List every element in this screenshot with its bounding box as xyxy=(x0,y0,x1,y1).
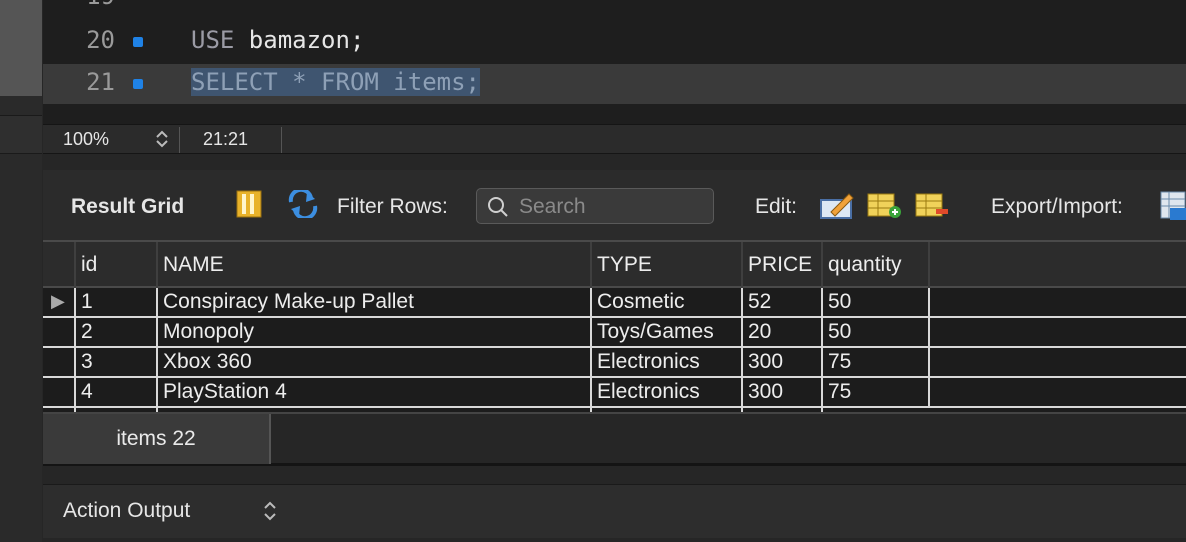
left-gutter xyxy=(0,0,42,542)
search-icon xyxy=(487,196,509,224)
code-text[interactable]: USE bamazon; xyxy=(191,26,364,54)
cell-empty xyxy=(928,288,1186,316)
result-grid-label: Result Grid xyxy=(71,195,185,218)
cell-quantity[interactable]: 50 xyxy=(821,288,928,316)
edit-label: Edit: xyxy=(755,195,798,218)
statement-marker-icon xyxy=(133,79,143,89)
add-row-icon[interactable] xyxy=(866,190,902,226)
cell-id[interactable]: 3 xyxy=(74,348,156,376)
selected-code-text[interactable]: SELECT * FROM items; xyxy=(191,68,480,96)
edit-row-icon[interactable] xyxy=(819,190,855,226)
cell-type[interactable]: Electronics xyxy=(590,378,741,406)
search-input[interactable] xyxy=(519,195,699,219)
cell-quantity[interactable]: 75 xyxy=(821,348,928,376)
divider xyxy=(281,127,282,153)
cell-name[interactable]: Monopoly xyxy=(156,318,590,346)
result-toolbar: Result Grid Filter Rows: Edit: Export/Im… xyxy=(43,170,1186,240)
cell-type[interactable]: Electronics xyxy=(590,348,741,376)
table-row[interactable]: ▶ 1 Conspiracy Make-up Pallet Cosmetic 5… xyxy=(43,288,1186,318)
column-header-price[interactable]: PRICE xyxy=(741,242,821,288)
table-row[interactable]: 2 Monopoly Toys/Games 20 50 xyxy=(43,318,1186,348)
line-number: 21 xyxy=(86,68,115,96)
result-grid[interactable]: id NAME TYPE PRICE quantity ▶ 1 Conspira… xyxy=(43,240,1186,412)
tab-items-22[interactable]: items 22 xyxy=(43,414,271,464)
zoom-level: 100% xyxy=(63,129,110,149)
column-header-quantity[interactable]: quantity xyxy=(821,242,928,288)
cell-id[interactable]: 4 xyxy=(74,378,156,406)
table-row[interactable]: 4 PlayStation 4 Electronics 300 75 xyxy=(43,378,1186,408)
editor-status-bar: 100% 21:21 xyxy=(43,124,1186,154)
filter-rows-label: Filter Rows: xyxy=(337,195,448,218)
table-row[interactable]: 3 Xbox 360 Electronics 300 75 xyxy=(43,348,1186,378)
cell-id[interactable]: 1 xyxy=(74,288,156,316)
cell-type[interactable]: Toys/Games xyxy=(590,318,741,346)
cell-name[interactable]: PlayStation 4 xyxy=(156,378,590,406)
cell-empty xyxy=(928,348,1186,376)
column-header-id[interactable]: id xyxy=(74,242,156,288)
cell-quantity[interactable]: 50 xyxy=(821,318,928,346)
cell-empty xyxy=(928,378,1186,406)
code-line-19: 19 xyxy=(43,0,1186,18)
export-import-label: Export/Import: xyxy=(991,195,1123,218)
gutter-panel xyxy=(0,116,42,154)
cell-name[interactable]: Xbox 360 xyxy=(156,348,590,376)
export-icon[interactable] xyxy=(1160,190,1186,226)
cell-id[interactable]: 2 xyxy=(74,318,156,346)
cell-quantity[interactable]: 75 xyxy=(821,378,928,406)
cell-price[interactable]: 300 xyxy=(741,348,821,376)
output-selector-icon[interactable] xyxy=(259,499,281,523)
gutter-separator xyxy=(0,96,42,116)
code-line-21[interactable]: 21 SELECT * FROM items; xyxy=(43,64,1186,104)
cell-price[interactable]: 20 xyxy=(741,318,821,346)
sql-editor[interactable]: 19 20 USE bamazon; 21 SELECT * FROM item… xyxy=(43,0,1186,124)
sql-keyword: USE xyxy=(191,26,235,54)
line-number: 20 xyxy=(86,26,115,54)
grid-view-icon[interactable] xyxy=(236,190,262,224)
cell-price[interactable]: 300 xyxy=(741,378,821,406)
delete-row-icon[interactable] xyxy=(914,190,950,226)
result-tab-bar: items 22 xyxy=(43,412,1186,466)
current-row-icon: ▶ xyxy=(51,291,65,311)
zoom-stepper-icon[interactable] xyxy=(151,128,173,150)
search-box[interactable] xyxy=(476,188,714,224)
grid-header: id NAME TYPE PRICE quantity xyxy=(43,240,1186,288)
cursor-position: 21:21 xyxy=(203,129,249,149)
refresh-icon[interactable] xyxy=(287,187,319,224)
column-header-type[interactable]: TYPE xyxy=(590,242,741,288)
gutter-block xyxy=(0,0,42,96)
column-header-name[interactable]: NAME xyxy=(156,242,590,288)
sql-text: bamazon; xyxy=(234,26,365,54)
action-output-panel: Action Output xyxy=(43,484,1186,538)
line-number: 19 xyxy=(61,0,115,10)
divider xyxy=(179,127,180,153)
cell-price[interactable]: 52 xyxy=(741,288,821,316)
code-line-20[interactable]: 20 USE bamazon; xyxy=(43,22,1186,62)
column-header-empty xyxy=(928,242,1186,288)
cell-empty xyxy=(928,318,1186,346)
action-output-label: Action Output xyxy=(63,499,191,522)
cell-name[interactable]: Conspiracy Make-up Pallet xyxy=(156,288,590,316)
statement-marker-icon xyxy=(133,37,143,47)
cell-type[interactable]: Cosmetic xyxy=(590,288,741,316)
